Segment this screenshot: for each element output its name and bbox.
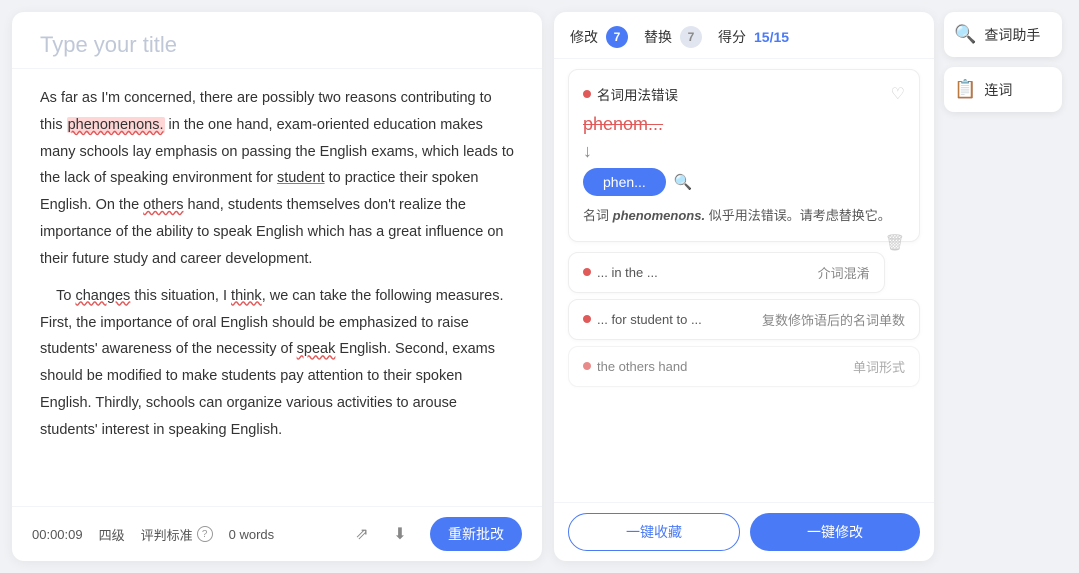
tab-modify[interactable]: 修改	[570, 27, 598, 47]
error-word-speak[interactable]: speak	[297, 341, 336, 357]
error-description: 名词 phenomenons. 似乎用法错误。请考虑替换它。	[583, 208, 891, 223]
score-value: 15/15	[754, 29, 789, 45]
fix-button[interactable]: 一键修改	[750, 513, 920, 551]
middle-body: 名词用法错误 ♡ phenom... ↓ phen... 🔍 名词 phenom…	[554, 59, 934, 502]
minor-error-1[interactable]: ... in the ... 介词混淆	[568, 252, 885, 293]
error-type-3: 单词形式	[853, 357, 905, 376]
error-type-1: 介词混淆	[818, 263, 870, 282]
delete-icon[interactable]: 🗑	[885, 233, 905, 253]
standard-label[interactable]: 评判标准 ?	[141, 525, 213, 544]
editor-panel: Type your title As far as I'm concerned,…	[12, 12, 542, 561]
error-context-3: the others hand	[597, 359, 845, 374]
tab-modify-badge: 7	[606, 26, 628, 48]
error-context-1: ... in the ...	[597, 265, 810, 280]
download-icon[interactable]: ⬇	[386, 520, 414, 548]
error-dot	[583, 362, 591, 370]
error-word-think[interactable]: think	[231, 288, 262, 304]
dict-helper-label: 查词助手	[984, 25, 1040, 45]
level-badge: 四级	[99, 525, 125, 544]
share-icon[interactable]: ⇗	[348, 520, 376, 548]
right-panel: 🔍 查词助手 📋 连词	[940, 0, 1070, 573]
minor-error-2[interactable]: ... for student to ... 复数修饰语后的名词单数	[568, 299, 920, 340]
arrow-down-icon: ↓	[583, 141, 905, 162]
dict-helper-button[interactable]: 🔍 查词助手	[944, 12, 1062, 57]
heart-icon[interactable]: ♡	[891, 84, 905, 104]
editor-content[interactable]: As far as I'm concerned, there are possi…	[12, 69, 542, 506]
error-title: 名词用法错误	[597, 84, 678, 104]
collect-button[interactable]: 一键收藏	[568, 513, 740, 551]
conjunction-button[interactable]: 📋 连词	[944, 67, 1062, 112]
conjunction-label: 连词	[984, 80, 1012, 100]
error-type-2: 复数修饰语后的名词单数	[762, 310, 905, 329]
error-word-others[interactable]: others	[143, 197, 183, 213]
search-icon[interactable]: 🔍	[674, 173, 693, 191]
correction-row: phen... 🔍	[583, 168, 905, 196]
middle-header: 修改 7 替换 7 得分 15/15	[554, 12, 934, 59]
error-card-header: 名词用法错误 ♡	[583, 84, 905, 104]
word-count: 0 words	[229, 527, 275, 542]
tab-replace[interactable]: 替换	[644, 27, 672, 47]
score-label: 得分	[718, 27, 746, 47]
error-word-student[interactable]: student	[277, 170, 325, 186]
timer: 00:00:09	[32, 527, 83, 542]
tab-replace-badge: 7	[680, 26, 702, 48]
editor-footer: 00:00:09 四级 评判标准 ? 0 words ⇗ ⬇ 重新批改	[12, 506, 542, 561]
middle-footer: 一键收藏 一键修改	[554, 502, 934, 561]
error-word-changes[interactable]: changes	[75, 288, 130, 304]
error-context-2: ... for student to ...	[597, 312, 754, 327]
error-dot	[583, 268, 591, 276]
search-icon: 🔍	[954, 24, 976, 45]
editor-title[interactable]: Type your title	[12, 12, 542, 69]
error-word-phenomenons[interactable]: phenomenons.	[67, 117, 165, 133]
minor-error-3[interactable]: the others hand 单词形式	[568, 346, 920, 387]
main-error-card: 名词用法错误 ♡ phenom... ↓ phen... 🔍 名词 phenom…	[568, 69, 920, 242]
wrong-word: phenom...	[583, 114, 905, 135]
error-dot	[583, 90, 591, 98]
recheck-button[interactable]: 重新批改	[430, 517, 522, 551]
correction-panel: 修改 7 替换 7 得分 15/15 名词用法错误 ♡ phenom... ↓ …	[554, 12, 934, 561]
question-icon[interactable]: ?	[197, 526, 213, 542]
footer-icons: ⇗ ⬇	[348, 520, 414, 548]
error-dot	[583, 315, 591, 323]
clipboard-icon: 📋	[954, 79, 976, 100]
correction-button[interactable]: phen...	[583, 168, 666, 196]
